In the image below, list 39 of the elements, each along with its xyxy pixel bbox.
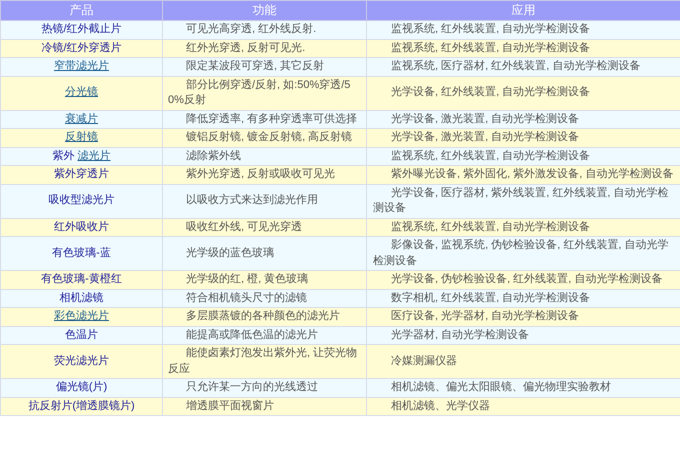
table-cell: 光学设备, 激光装置, 自动光学检测设备 — [366, 128, 680, 147]
table-cell: 多层膜蒸镀的各种颜色的滤光片 — [162, 308, 366, 326]
product-name: 冷镜/红外穿透片 — [41, 42, 122, 54]
table-cell: 限定某波段可穿透, 其它反射 — [162, 58, 366, 76]
product-name: 荧光滤光片 — [54, 354, 109, 367]
product-name: 色温片 — [65, 328, 98, 340]
table-cell: 光学设备, 伪钞检验设备, 红外线装置, 自动光学检测设备 — [366, 270, 680, 289]
table-cell: 相机滤镜、偏光太阳眼镜、偏光物理实验教材 — [366, 378, 680, 397]
product-name: 红外吸收片 — [54, 220, 109, 232]
product-link[interactable]: 分光镜 — [65, 86, 98, 98]
table-cell: 光学级的红, 橙, 黄色玻璃 — [162, 270, 366, 289]
column-header: 产品 — [0, 0, 162, 20]
column-header: 应用 — [366, 0, 680, 20]
product-link[interactable]: 衰减片 — [65, 112, 98, 124]
table-cell: 只允许某一方向的光线透过 — [162, 378, 366, 397]
product-name: 热镜/红外截止片 — [41, 23, 122, 35]
table-cell: 监视系统, 红外线装置, 自动光学检测设备 — [366, 20, 680, 39]
table-cell: 部分比例穿透/反射, 如:50%穿透/50%反射 — [162, 76, 366, 110]
product-name: 有色玻璃-黄橙红 — [41, 273, 122, 285]
product-link[interactable]: 滤光片 — [78, 150, 111, 162]
product-name: 有色玻璃-蓝 — [52, 246, 111, 259]
product-name: 相机滤镜 — [60, 292, 104, 304]
product-name: 偏光镜(片) — [56, 381, 108, 393]
product-name: 抗反射片(增透膜镜片) — [28, 400, 135, 412]
table-cell: 相机滤镜、光学仪器 — [366, 397, 680, 416]
table-cell: 以吸收方式来达到滤光作用 — [162, 184, 366, 218]
product-name: 紫外 — [52, 150, 76, 162]
table-cell: 医疗设备, 光学器材, 自动光学检测设备 — [366, 308, 680, 326]
product-link[interactable]: 反射镜 — [65, 131, 98, 143]
table-cell: 可见光高穿透, 红外线反射. — [162, 20, 366, 39]
table-cell: 增透膜平面视窗片 — [162, 397, 366, 416]
table-cell: 紫外光穿透, 反射或吸收可见光 — [162, 166, 366, 184]
product-name: 紫外穿透片 — [54, 168, 109, 180]
table-cell: 紫外曝光设备, 紫外固化, 紫外激发设备, 自动光学检测设备 — [366, 166, 680, 184]
product-name: 吸收型滤光片 — [48, 194, 114, 206]
column-header: 功能 — [162, 0, 366, 20]
table-cell: 监视系统, 医疗器材, 红外线装置, 自动光学检测设备 — [366, 58, 680, 76]
table-cell: 镀铝反射镜, 镀金反射镜, 高反射镜 — [162, 128, 366, 147]
table-cell: 光学设备, 医疗器材, 紫外线装置, 红外线装置, 自动光学检测设备 — [366, 184, 680, 218]
